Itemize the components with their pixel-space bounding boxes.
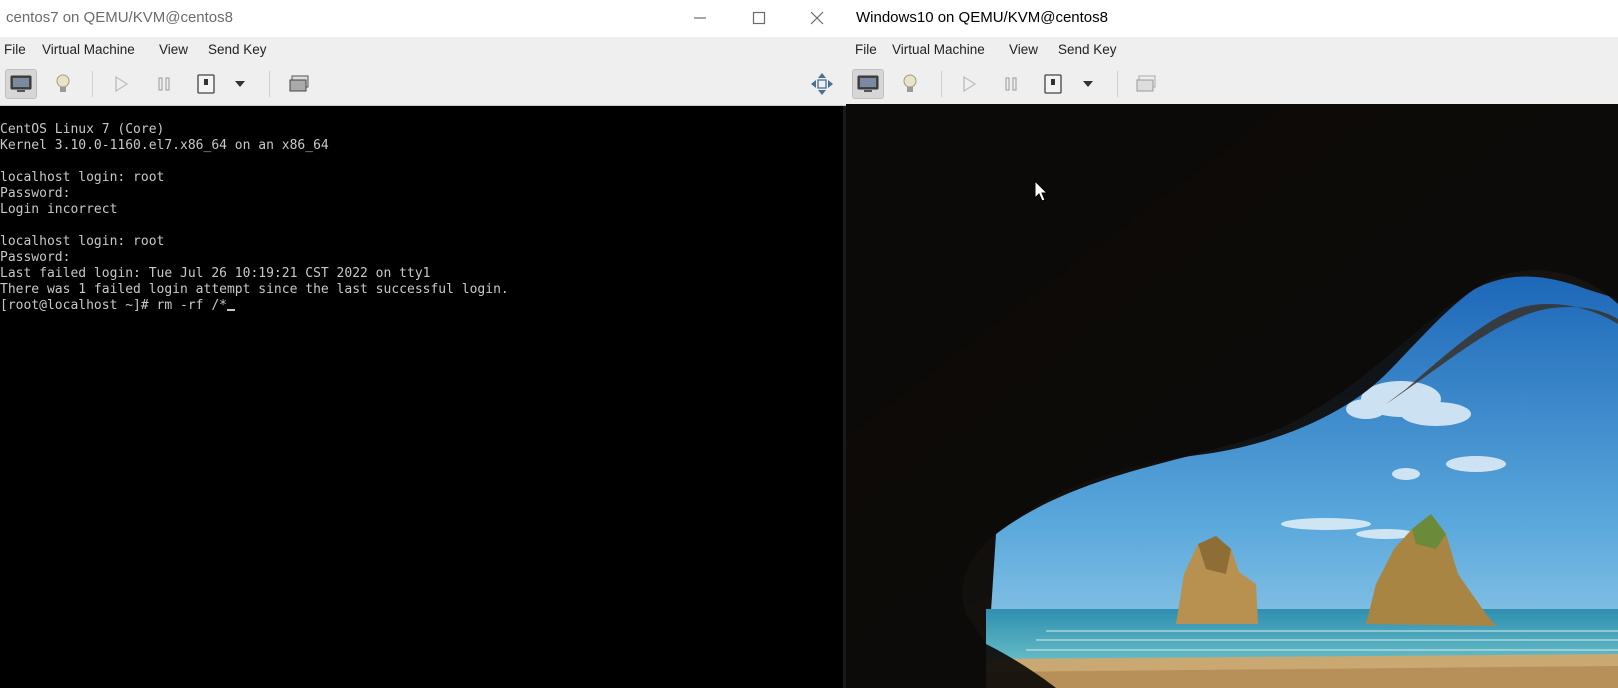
title-bar[interactable]: centos7 on QEMU/KVM@centos8 [0, 0, 848, 37]
terminal-line: localhost login: root [0, 234, 165, 249]
menu-file[interactable]: File [4, 42, 26, 57]
maximize-icon[interactable] [746, 6, 772, 30]
lightbulb-icon[interactable] [894, 69, 926, 99]
menu-bar: File Virtual Machine View Send Key [0, 37, 848, 63]
terminal-line: There was 1 failed login attempt since t… [0, 282, 509, 297]
toolbar [0, 63, 848, 106]
menu-virtual-machine[interactable]: Virtual Machine [42, 42, 135, 57]
vm-console[interactable]: CentOS Linux 7 (Core) Kernel 3.10.0-1160.… [0, 106, 848, 688]
power-icon[interactable] [190, 69, 222, 99]
menu-virtual-machine[interactable]: Virtual Machine [892, 42, 985, 57]
toolbar-separator [941, 71, 942, 97]
desktop-wallpaper [846, 104, 1618, 688]
terminal-line: Kernel 3.10.0-1160.el7.x86_64 on an x86_… [0, 138, 329, 153]
terminal-line: localhost login: root [0, 170, 165, 185]
fullscreen-move-icon[interactable] [806, 69, 838, 99]
pause-icon[interactable] [995, 69, 1027, 99]
vm-window-centos7[interactable]: centos7 on QEMU/KVM@centos8 File Virtual… [0, 0, 848, 688]
pause-icon[interactable] [148, 69, 180, 99]
menu-view[interactable]: View [1009, 42, 1038, 57]
play-icon[interactable] [105, 69, 137, 99]
shell-prompt-command: [root@localhost ~]# rm -rf /* [0, 298, 227, 313]
terminal-line: Password: [0, 186, 71, 201]
snapshot-icon[interactable] [283, 69, 315, 99]
console-icon[interactable] [852, 69, 884, 99]
terminal-cursor [226, 309, 235, 311]
chevron-down-icon[interactable] [230, 69, 250, 99]
console-icon[interactable] [5, 69, 37, 99]
close-icon[interactable] [804, 6, 830, 30]
toolbar [846, 63, 1618, 105]
toolbar-separator [269, 71, 270, 97]
terminal-line: CentOS Linux 7 (Core) [0, 122, 165, 137]
lightbulb-icon[interactable] [47, 69, 79, 99]
minimize-icon[interactable] [687, 6, 713, 30]
windows-desktop[interactable] [846, 104, 1618, 688]
title-bar[interactable]: Windows10 on QEMU/KVM@centos8 [846, 0, 1618, 37]
window-title: centos7 on QEMU/KVM@centos8 [6, 9, 233, 26]
window-title: Windows10 on QEMU/KVM@centos8 [856, 9, 1108, 26]
snapshot-icon[interactable] [1130, 69, 1162, 99]
menu-send-key[interactable]: Send Key [1058, 42, 1117, 57]
chevron-down-icon[interactable] [1078, 69, 1098, 99]
terminal-output: CentOS Linux 7 (Core) Kernel 3.10.0-1160.… [0, 122, 509, 314]
menu-view[interactable]: View [159, 42, 188, 57]
terminal-line: Last failed login: Tue Jul 26 10:19:21 C… [0, 266, 431, 281]
terminal-line: Password: [0, 250, 71, 265]
menu-send-key[interactable]: Send Key [208, 42, 267, 57]
menu-file[interactable]: File [855, 42, 877, 57]
play-icon[interactable] [953, 69, 985, 99]
toolbar-separator [1117, 71, 1118, 97]
terminal-line: Login incorrect [0, 202, 118, 217]
toolbar-separator [92, 71, 93, 97]
menu-bar: File Virtual Machine View Send Key [846, 37, 1618, 63]
power-icon[interactable] [1037, 69, 1069, 99]
vm-window-windows10[interactable]: Windows10 on QEMU/KVM@centos8 File Virtu… [846, 0, 1618, 688]
